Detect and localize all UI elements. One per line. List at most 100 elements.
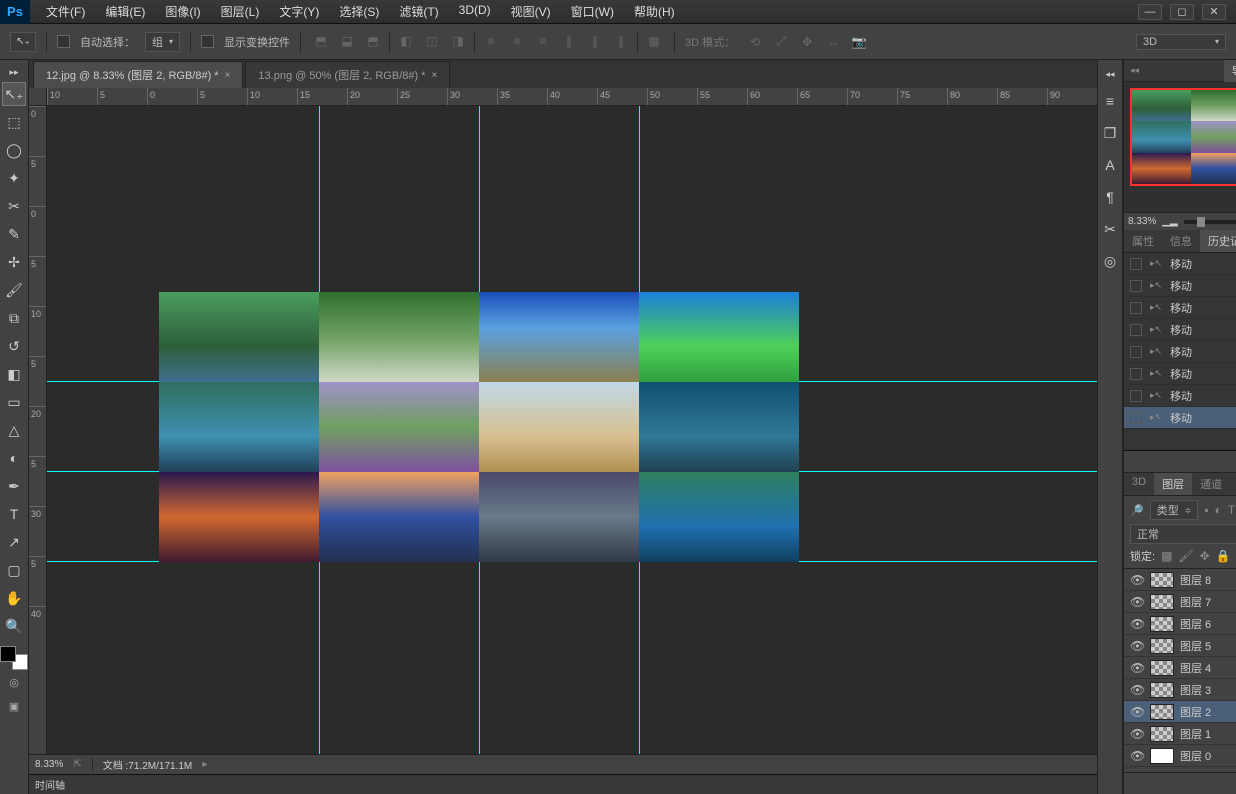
- filter-type-icon[interactable]: T: [1228, 503, 1235, 517]
- collapsed-panel-icon[interactable]: ❐: [1098, 120, 1122, 146]
- expand-strip-icon[interactable]: ◂◂: [1098, 68, 1122, 80]
- menu-item[interactable]: 图层(L): [213, 0, 268, 23]
- brush-tool[interactable]: 🖌: [2, 278, 26, 302]
- show-transform-checkbox[interactable]: [201, 35, 214, 48]
- workspace-select[interactable]: 3D▾: [1136, 34, 1226, 50]
- layer-name[interactable]: 图层 0: [1180, 748, 1211, 764]
- layer-name[interactable]: 图层 1: [1180, 726, 1211, 742]
- navigator-panel[interactable]: [1124, 82, 1236, 212]
- quickmask-icon[interactable]: ◎: [6, 674, 22, 690]
- minimize-button[interactable]: —: [1138, 4, 1162, 20]
- lock-pixels-icon[interactable]: 🖌: [1178, 549, 1193, 563]
- collapsed-panel-icon[interactable]: A: [1098, 152, 1122, 178]
- auto-select-target[interactable]: 组▾: [145, 32, 180, 52]
- search-icon[interactable]: 🔎: [1130, 504, 1144, 517]
- layer-thumbnail[interactable]: [1150, 660, 1174, 676]
- layer-thumbnail[interactable]: [1150, 682, 1174, 698]
- align-top-icon[interactable]: ⬒: [311, 31, 331, 51]
- layer-thumbnail[interactable]: [1150, 726, 1174, 742]
- menu-item[interactable]: 3D(D): [451, 0, 499, 23]
- screenmode-icon[interactable]: ▣: [6, 698, 22, 714]
- history-state[interactable]: ▸↖移动: [1124, 253, 1236, 275]
- filter-adjust-icon[interactable]: ◐: [1215, 503, 1222, 517]
- layer-thumbnail[interactable]: [1150, 572, 1174, 588]
- panel-tab[interactable]: 3D: [1124, 473, 1154, 495]
- history-state[interactable]: ▸↖移动: [1124, 275, 1236, 297]
- layer-thumbnail[interactable]: [1150, 638, 1174, 654]
- visibility-icon[interactable]: 👁: [1130, 749, 1144, 763]
- panel-tab[interactable]: 图层: [1154, 473, 1192, 495]
- canvas[interactable]: [47, 106, 1097, 754]
- crop-tool[interactable]: ✂: [2, 194, 26, 218]
- lasso-tool[interactable]: ◯: [2, 138, 26, 162]
- dist-hcenter-icon[interactable]: ∥: [585, 31, 605, 51]
- history-state[interactable]: ▸↖移动: [1124, 407, 1236, 429]
- dodge-tool[interactable]: ◐: [2, 446, 26, 470]
- type-tool[interactable]: T: [2, 502, 26, 526]
- history-brush-tool[interactable]: ↺: [2, 334, 26, 358]
- path-select-tool[interactable]: ↗: [2, 530, 26, 554]
- align-bottom-icon[interactable]: ⬒: [363, 31, 383, 51]
- magic-wand-tool[interactable]: ✦: [2, 166, 26, 190]
- panel-tab[interactable]: 属性: [1124, 230, 1162, 252]
- visibility-icon[interactable]: 👁: [1130, 727, 1144, 741]
- visibility-icon[interactable]: 👁: [1130, 617, 1144, 631]
- zoom-out-icon[interactable]: ▁▂: [1162, 216, 1177, 227]
- menu-item[interactable]: 编辑(E): [97, 0, 153, 23]
- doc-size[interactable]: 文档 :71.2M/171.1M: [103, 757, 192, 772]
- collapsed-panel-icon[interactable]: ¶: [1098, 184, 1122, 210]
- lock-position-icon[interactable]: ✥: [1200, 549, 1210, 563]
- menu-item[interactable]: 窗口(W): [563, 0, 622, 23]
- healing-brush-tool[interactable]: ✢: [2, 250, 26, 274]
- blur-tool[interactable]: △: [2, 418, 26, 442]
- menu-item[interactable]: 选择(S): [331, 0, 387, 23]
- visibility-icon[interactable]: 👁: [1130, 683, 1144, 697]
- visibility-icon[interactable]: 👁: [1130, 595, 1144, 609]
- camera-icon[interactable]: 📷: [849, 32, 869, 52]
- close-button[interactable]: ✕: [1202, 4, 1226, 20]
- layer-name[interactable]: 图层 2: [1180, 704, 1211, 720]
- layer-thumbnail[interactable]: [1150, 704, 1174, 720]
- eyedropper-tool[interactable]: ✎: [2, 222, 26, 246]
- zoom-tool[interactable]: 🔍: [2, 614, 26, 638]
- lock-transparent-icon[interactable]: ▩: [1161, 549, 1172, 563]
- layer-row[interactable]: 👁 图层 6: [1124, 613, 1236, 635]
- layer-row[interactable]: 👁 图层 0: [1124, 745, 1236, 767]
- eraser-tool[interactable]: ◧: [2, 362, 26, 386]
- maximize-button[interactable]: ◻: [1170, 4, 1194, 20]
- visibility-icon[interactable]: 👁: [1130, 573, 1144, 587]
- tab-close-icon[interactable]: ×: [432, 70, 438, 81]
- layer-name[interactable]: 图层 4: [1180, 660, 1211, 676]
- doc-size-arrow[interactable]: ▸: [202, 759, 207, 770]
- menu-item[interactable]: 滤镜(T): [391, 0, 446, 23]
- tab-close-icon[interactable]: ×: [225, 70, 231, 81]
- history-state[interactable]: ▸↖移动: [1124, 297, 1236, 319]
- history-state[interactable]: ▸↖移动: [1124, 363, 1236, 385]
- layer-row[interactable]: 👁图层 5: [1124, 635, 1236, 657]
- move-tool[interactable]: ↖₊: [2, 82, 26, 106]
- layer-thumbnail[interactable]: [1150, 594, 1174, 610]
- history-state[interactable]: ▸↖移动: [1124, 385, 1236, 407]
- menu-item[interactable]: 帮助(H): [626, 0, 683, 23]
- menu-item[interactable]: 图像(I): [157, 0, 208, 23]
- align-vcenter-icon[interactable]: ⬓: [337, 31, 357, 51]
- layer-row[interactable]: 👁图层 8: [1124, 569, 1236, 591]
- layer-row[interactable]: 👁 图层 7: [1124, 591, 1236, 613]
- clone-stamp-tool[interactable]: ⧉: [2, 306, 26, 330]
- menu-item[interactable]: 视图(V): [503, 0, 559, 23]
- auto-select-checkbox[interactable]: [57, 35, 70, 48]
- align-right-icon[interactable]: ◨: [448, 31, 468, 51]
- layer-name[interactable]: 图层 7: [1180, 594, 1211, 610]
- document-tab[interactable]: 13.png @ 50% (图层 2, RGB/8#) *×: [245, 61, 450, 88]
- lock-all-icon[interactable]: 🔒: [1216, 549, 1231, 563]
- dist-bottom-icon[interactable]: ≡: [533, 31, 553, 51]
- align-left-icon[interactable]: ◧: [396, 31, 416, 51]
- navigator-proxy[interactable]: [1130, 88, 1236, 186]
- layer-filter-kind[interactable]: 类型≑: [1150, 500, 1199, 520]
- layer-name[interactable]: 图层 6: [1180, 616, 1211, 632]
- panel-tab[interactable]: 历史记录: [1200, 230, 1236, 252]
- slide-icon[interactable]: ↔: [823, 32, 843, 52]
- dist-top-icon[interactable]: ≡: [481, 31, 501, 51]
- timeline-panel-tab[interactable]: 时间轴: [29, 774, 1097, 794]
- layer-name[interactable]: 图层 3: [1180, 682, 1211, 698]
